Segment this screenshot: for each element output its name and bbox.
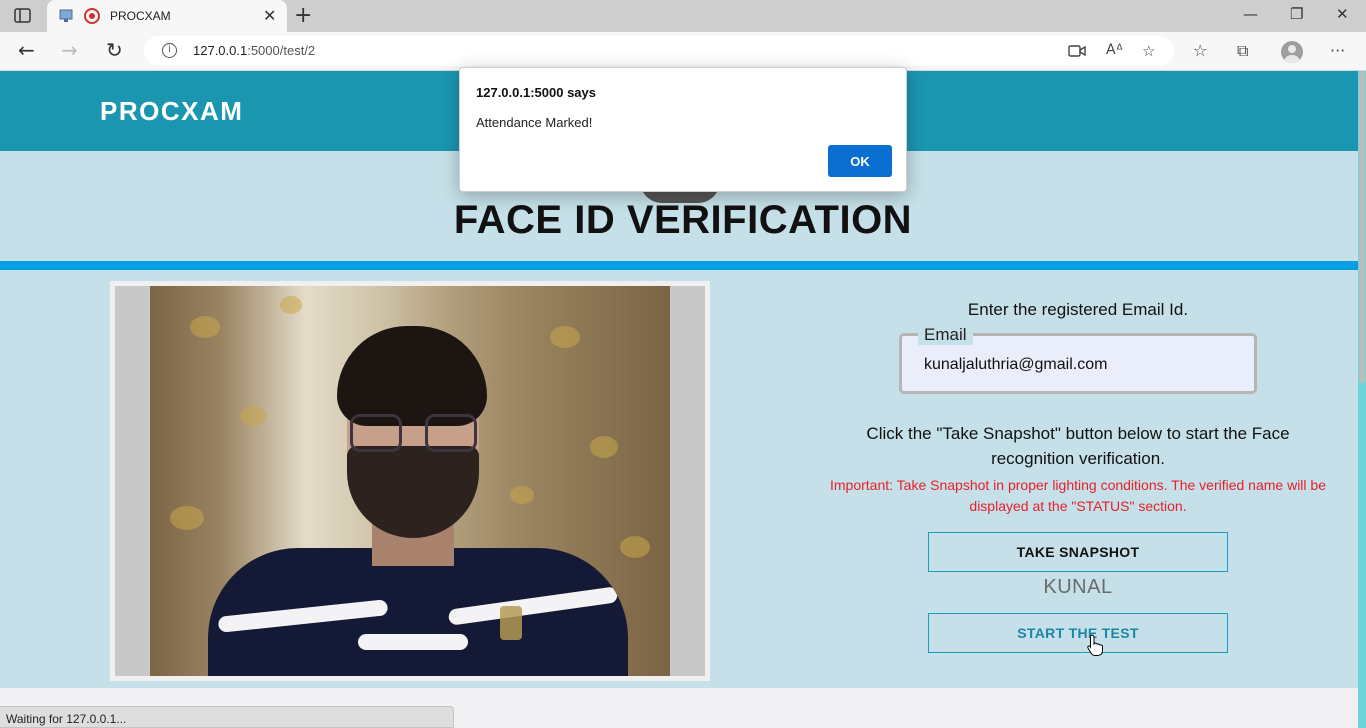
glasses-lens-right: [425, 414, 477, 452]
shirt-stripe: [358, 634, 468, 650]
curtain-pattern: [510, 486, 534, 504]
lighting-warning: Important: Take Snapshot in proper light…: [830, 477, 1326, 514]
read-aloud-icon[interactable]: Aᐞ: [1106, 42, 1123, 58]
curtain-pattern: [590, 436, 618, 458]
person-beard: [347, 446, 479, 538]
curtain-pattern: [280, 296, 302, 314]
shirt-stripe: [217, 599, 389, 633]
new-tab-icon[interactable]: +: [294, 3, 312, 28]
forward-icon[interactable]: →: [61, 38, 78, 62]
email-instruction: Enter the registered Email Id.: [967, 300, 1189, 319]
alert-dialog: 127.0.0.1:5000 says Attendance Marked! O…: [459, 67, 907, 192]
video-camera-icon[interactable]: [1068, 44, 1086, 58]
window-close-icon[interactable]: ✕: [1336, 5, 1349, 23]
tab-title: PROCXAM: [110, 9, 171, 23]
recording-indicator-icon: [84, 8, 100, 24]
person-shirt: [208, 548, 628, 676]
tab-strip: PROCXAM ✕ + — ❐ ✕: [0, 0, 1366, 32]
dialog-message: Attendance Marked!: [476, 115, 593, 130]
reload-icon[interactable]: ↻: [106, 38, 123, 62]
favorites-icon[interactable]: ☆: [1193, 41, 1207, 60]
webcam-video: [150, 286, 670, 676]
webcam-viewport: [115, 286, 705, 676]
curtain-pattern: [240, 406, 266, 426]
browser-status-bar: Waiting for 127.0.0.1...: [0, 706, 454, 728]
dialog-ok-button[interactable]: OK: [828, 145, 892, 177]
page-scrollbar-thumb[interactable]: [1359, 71, 1365, 383]
restore-icon[interactable]: ❐: [1290, 5, 1303, 23]
curtain-pattern: [620, 536, 650, 558]
take-snapshot-button[interactable]: TAKE SNAPSHOT: [928, 532, 1228, 572]
address-url[interactable]: 127.0.0.1:5000/test/2: [193, 43, 315, 58]
start-test-button[interactable]: START THE TEST: [928, 613, 1228, 653]
collections-icon[interactable]: ⧉: [1237, 41, 1248, 61]
shirt-stripe: [447, 586, 619, 626]
glasses-lens-left: [350, 414, 402, 452]
curtain-pattern: [170, 506, 204, 530]
page-favicon-icon: [59, 9, 73, 22]
browser-tab-active[interactable]: PROCXAM ✕: [47, 0, 287, 32]
shirt-logo: [500, 606, 522, 640]
email-input[interactable]: [924, 354, 1244, 376]
site-brand[interactable]: PROCXAM: [100, 96, 243, 127]
tab-actions-icon[interactable]: [10, 7, 38, 25]
hand-pointer-icon: [1087, 634, 1103, 656]
email-label: Email: [918, 325, 973, 345]
more-options-icon[interactable]: ···: [1330, 41, 1345, 60]
snapshot-instruction: Click the "Take Snapshot" button below t…: [866, 424, 1290, 468]
address-bar[interactable]: i 127.0.0.1:5000/test/2 Aᐞ ☆: [144, 36, 1174, 66]
back-icon[interactable]: ←: [18, 38, 35, 62]
tab-close-icon[interactable]: ✕: [263, 6, 276, 26]
minimize-icon[interactable]: —: [1243, 5, 1258, 23]
webcam-frame: [110, 281, 710, 681]
browser-toolbar: ← → ↻ i 127.0.0.1:5000/test/2 Aᐞ ☆ ☆ ⧉ ·…: [0, 32, 1366, 71]
dialog-title: 127.0.0.1:5000 says: [476, 85, 596, 100]
site-info-icon[interactable]: i: [162, 43, 177, 58]
profile-avatar-icon[interactable]: [1281, 41, 1303, 63]
curtain-pattern: [550, 326, 580, 348]
add-favorite-icon[interactable]: ☆: [1142, 42, 1155, 60]
person-hair: [337, 326, 487, 426]
verified-name-status: KUNAL: [1043, 576, 1113, 598]
curtain-pattern: [190, 316, 220, 338]
footer-heading-partial: [596, 722, 656, 728]
